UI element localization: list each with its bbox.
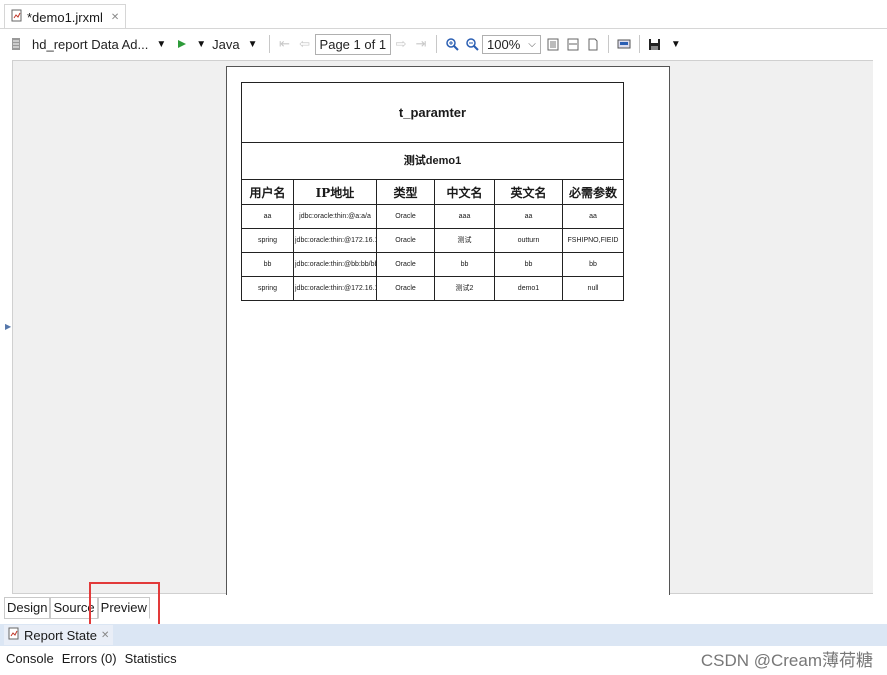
run-menu-chevron-down-icon[interactable]: ▼ (196, 39, 206, 50)
preview-tab-highlight (89, 582, 160, 626)
expand-arrow-icon[interactable]: ▶ (5, 322, 11, 331)
table-row: spring jdbc:oracle:thin:@172.16.10.4:152… (241, 228, 624, 253)
report-table: 用户名 IP地址 类型 中文名 英文名 必需参数 aa jdbc:oracle:… (241, 179, 624, 301)
fit-page-icon[interactable] (545, 36, 561, 52)
last-page-icon[interactable]: ⇥ (413, 36, 429, 52)
zoom-value: 100% (487, 36, 521, 52)
table-cell: jdbc:oracle:thin:@bb:bb/bb (293, 252, 377, 277)
table-row: aa jdbc:oracle:thin:@a:a/a Oracle aaa aa… (241, 204, 624, 229)
table-cell: aaa (434, 204, 495, 229)
close-icon[interactable]: ✕ (101, 630, 109, 641)
zoom-chevron-down-icon: ⌵ (528, 38, 536, 50)
table-cell: bb (494, 252, 563, 277)
table-cell: bb (241, 252, 294, 277)
language-select[interactable]: Java (212, 37, 239, 52)
language-chevron-down-icon[interactable]: ▼ (248, 39, 258, 50)
column-header: 英文名 (494, 179, 563, 205)
table-cell: aa (241, 204, 294, 229)
first-page-icon[interactable]: ⇤ (277, 36, 293, 52)
table-cell: bb (562, 252, 624, 277)
zoom-out-icon[interactable] (464, 36, 480, 52)
tab-report-state[interactable]: Report State ✕ (4, 625, 114, 645)
report-state-icon (8, 627, 20, 643)
report-state-view-header (0, 624, 887, 646)
page-indicator: Page 1 of 1 (314, 33, 392, 55)
editor-tab-label: *demo1.jrxml (27, 9, 103, 25)
next-page-icon[interactable]: ⇨ (393, 36, 409, 52)
table-cell: Oracle (376, 252, 435, 277)
report-state-label: Report State (24, 627, 97, 643)
actual-size-icon[interactable] (585, 36, 601, 52)
report-title: t_paramter (241, 82, 624, 143)
table-cell: FSHIPNO,FIEID (562, 228, 624, 253)
tab-errors[interactable]: Errors (0) (62, 651, 117, 666)
column-header: 用户名 (241, 179, 294, 205)
report-state-subtabs: Console Errors (0) Statistics (6, 651, 177, 666)
toolbar-separator (268, 35, 270, 53)
table-cell: null (562, 276, 624, 301)
column-header: 中文名 (434, 179, 495, 205)
table-cell: jdbc:oracle:thin:@172.16.10.4:1521/orcl (293, 228, 377, 253)
toolbar-separator (436, 35, 438, 53)
preview-toolbar: hd_report Data Ad... ▼ ▼ Java ▼ ⇤ ⇦ Page… (0, 30, 887, 58)
table-row: bb jdbc:oracle:thin:@bb:bb/bb Oracle bb … (241, 252, 624, 277)
run-icon[interactable] (174, 36, 190, 52)
table-cell: jdbc:oracle:thin:@a:a/a (293, 204, 377, 229)
data-adapter-select[interactable]: hd_report Data Ad... (32, 37, 148, 52)
column-header: 必需参数 (562, 179, 624, 205)
table-cell: 测试2 (434, 276, 495, 301)
table-cell: 测试 (434, 228, 495, 253)
export-chevron-down-icon[interactable]: ▼ (671, 39, 681, 50)
data-adapter-icon (8, 36, 24, 52)
fit-width-icon[interactable] (565, 36, 581, 52)
table-row: spring jdbc:oracle:thin:@172.16.10.4:152… (241, 276, 624, 301)
table-header-row: 用户名 IP地址 类型 中文名 英文名 必需参数 (241, 179, 624, 205)
column-header: 类型 (376, 179, 435, 205)
zoom-in-icon[interactable] (444, 36, 460, 52)
table-cell: Oracle (376, 276, 435, 301)
tab-design[interactable]: Design (4, 597, 51, 619)
table-cell: demo1 (494, 276, 563, 301)
table-cell: aa (562, 204, 624, 229)
table-cell: outturn (494, 228, 563, 253)
jrxml-file-icon (11, 9, 23, 25)
previous-page-icon[interactable]: ⇦ (297, 36, 313, 52)
table-cell: spring (241, 228, 294, 253)
toolbar-separator (607, 35, 609, 53)
save-icon[interactable] (647, 36, 663, 52)
table-cell: aa (494, 204, 563, 229)
print-preview-icon[interactable] (616, 36, 632, 52)
editor-tab-demo1[interactable]: *demo1.jrxml ✕ (4, 4, 127, 29)
table-cell: bb (434, 252, 495, 277)
zoom-select[interactable]: 100% ⌵ (482, 34, 541, 54)
column-header: IP地址 (293, 179, 377, 205)
watermark: CSDN @Cream薄荷糖 (700, 651, 873, 670)
tab-statistics[interactable]: Statistics (125, 651, 177, 666)
tab-console[interactable]: Console (6, 651, 54, 666)
table-cell: Oracle (376, 228, 435, 253)
close-icon[interactable]: ✕ (111, 12, 119, 23)
table-cell: Oracle (376, 204, 435, 229)
toolbar-separator (638, 35, 640, 53)
table-cell: spring (241, 276, 294, 301)
table-cell: jdbc:oracle:thin:@172.16.10.4:1521/orcl (293, 276, 377, 301)
report-subtitle: 测试demo1 (241, 141, 624, 180)
tab-strip-divider (0, 28, 887, 29)
chevron-down-icon[interactable]: ▼ (156, 39, 166, 50)
